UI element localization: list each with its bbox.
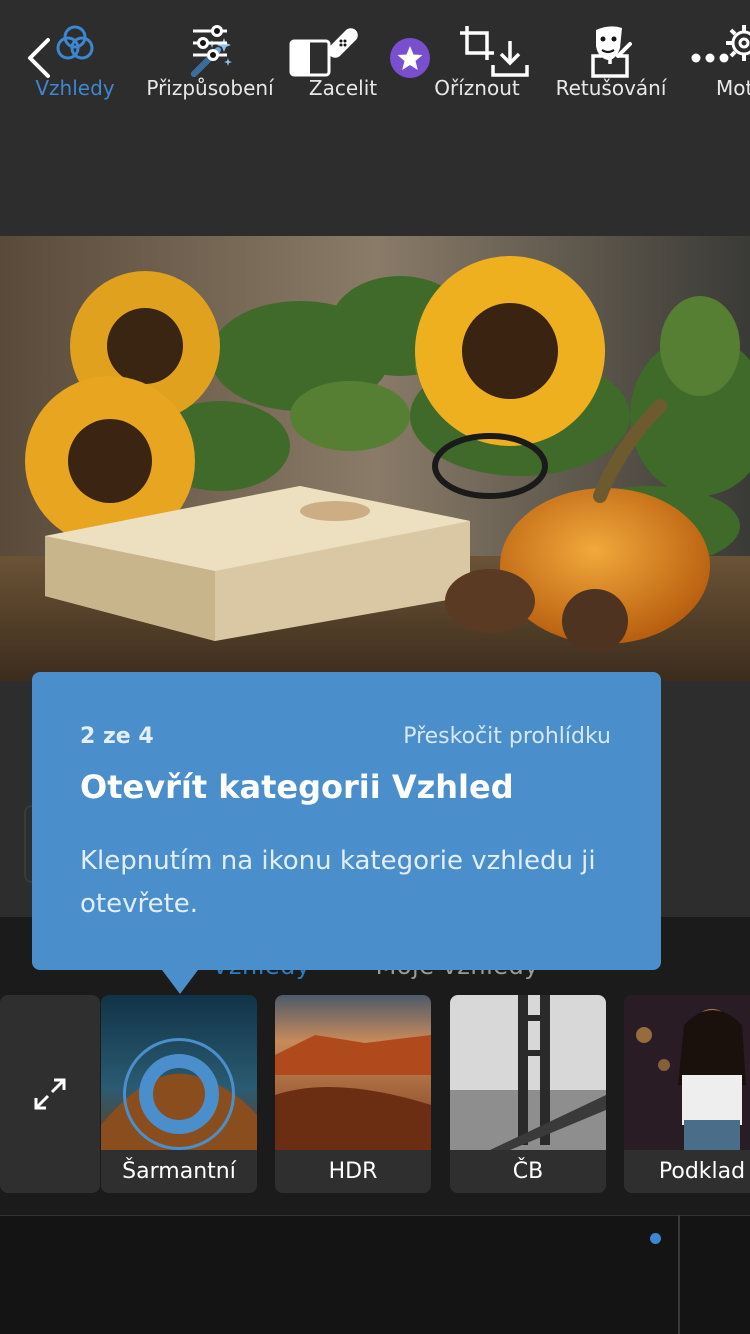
gear-icon bbox=[726, 25, 750, 61]
sunflowers-photo bbox=[0, 236, 750, 681]
tour-description: Klepnutím na ikonu kategorie vzhledu ji … bbox=[80, 846, 596, 919]
nav-heal[interactable]: Zacelit bbox=[304, 0, 382, 119]
tour-tooltip: 2 ze 4 Přeskočit prohlídku Otevřít kateg… bbox=[32, 672, 661, 994]
crop-icon bbox=[460, 26, 494, 60]
look-tile-hdr[interactable]: HDR bbox=[275, 995, 431, 1193]
star-badge-icon bbox=[390, 38, 430, 78]
nav-looks[interactable]: Vzhledy bbox=[34, 0, 116, 119]
look-label: Podklad bbox=[624, 1150, 750, 1193]
look-thumbnail bbox=[450, 995, 606, 1150]
expand-icon bbox=[34, 1078, 66, 1110]
nav-motion[interactable]: Mot bbox=[700, 0, 750, 119]
nav-label: Přizpůsobení bbox=[146, 76, 274, 100]
nav-label: Zacelit bbox=[308, 76, 378, 100]
nav-retouch[interactable]: Retušování bbox=[556, 0, 666, 119]
look-label: ČB bbox=[450, 1150, 606, 1193]
nav-adjust[interactable]: Přizpůsobení bbox=[146, 0, 274, 119]
bandage-icon bbox=[328, 28, 358, 58]
new-feature-dot bbox=[650, 1233, 661, 1244]
tour-step-counter: 2 ze 4 bbox=[80, 724, 154, 749]
look-thumbnail bbox=[275, 995, 431, 1150]
sliders-icon bbox=[193, 25, 227, 61]
tour-title: Otevřít kategorii Vzhled bbox=[80, 768, 514, 806]
look-tile-bw[interactable]: ČB bbox=[450, 995, 606, 1193]
expand-button[interactable] bbox=[0, 995, 100, 1193]
nav-label: Vzhledy bbox=[35, 76, 115, 100]
look-thumbnail bbox=[624, 995, 750, 1150]
look-label: HDR bbox=[275, 1150, 431, 1193]
looks-icon bbox=[56, 25, 94, 60]
focus-ring-inner bbox=[139, 1054, 219, 1134]
tooltip-arrow bbox=[162, 970, 198, 994]
look-tile-base[interactable]: Podklad bbox=[624, 995, 750, 1193]
nav-crop[interactable]: Oříznout bbox=[430, 0, 524, 119]
retouch-face-icon bbox=[596, 26, 632, 60]
look-label: Šarmantní bbox=[101, 1150, 257, 1193]
nav-divider bbox=[678, 1215, 680, 1334]
photo-canvas[interactable] bbox=[0, 236, 750, 681]
nav-label: Retušování bbox=[555, 76, 667, 100]
skip-tour-link[interactable]: Přeskočit prohlídku bbox=[403, 724, 611, 749]
nav-label: Mot bbox=[716, 76, 750, 100]
nav-label: Oříznout bbox=[434, 76, 520, 100]
bottom-navigation bbox=[0, 1215, 750, 1334]
